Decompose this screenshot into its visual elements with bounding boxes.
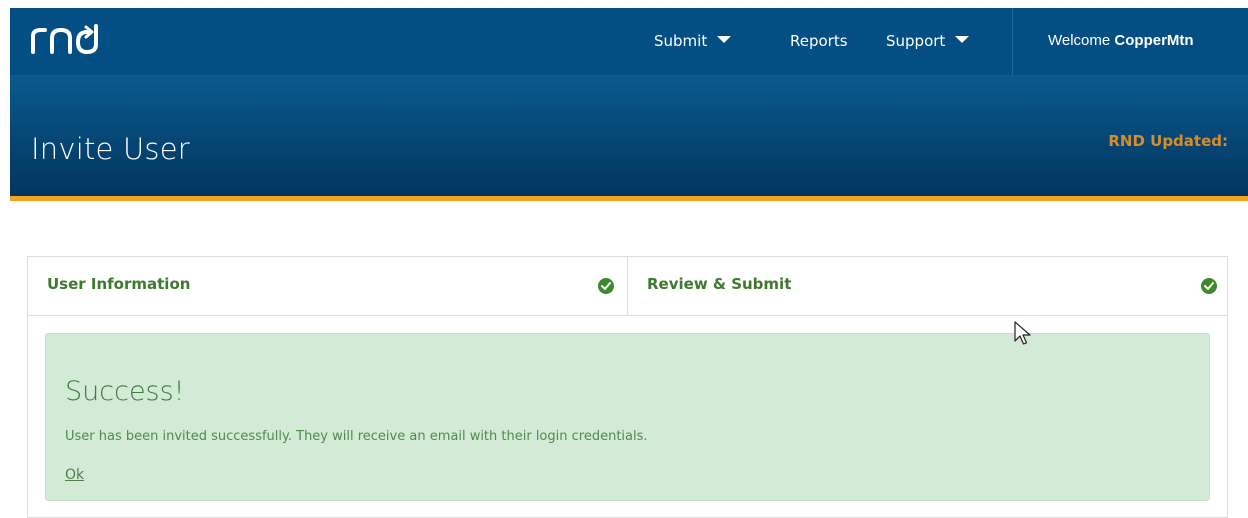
ok-link[interactable]: Ok (65, 467, 84, 483)
page-title: Invite User (31, 132, 190, 166)
alert-title: Success! (65, 376, 185, 407)
step-label: Review & Submit (647, 275, 792, 293)
check-circle-icon (598, 278, 614, 294)
wizard-panel: User Information Review & Submit Success… (27, 256, 1228, 518)
header-accent-bar (10, 196, 1248, 201)
step-user-information[interactable]: User Information (28, 257, 628, 316)
rnd-updated-label: RND Updated: (1108, 132, 1228, 150)
user-menu[interactable]: Welcome CopperMtn (1012, 8, 1248, 75)
nav-reports[interactable]: Reports (790, 30, 848, 52)
success-alert: Success! User has been invited successfu… (45, 333, 1210, 501)
top-navbar: Submit Reports Support Welcome CopperMtn (10, 8, 1248, 75)
username: CopperMtn (1114, 32, 1194, 49)
nav-reports-label: Reports (790, 32, 848, 50)
nav-submit-label: Submit (654, 32, 708, 50)
alert-message: User has been invited successfully. They… (65, 429, 648, 444)
caret-down-icon (955, 36, 970, 43)
nav-support[interactable]: Support (886, 30, 970, 52)
welcome-prefix: Welcome (1048, 32, 1111, 49)
caret-down-icon (717, 36, 732, 43)
nav-submit[interactable]: Submit (654, 30, 732, 52)
mouse-pointer-icon (1014, 321, 1031, 345)
page-header: Invite User RND Updated: (10, 75, 1248, 197)
welcome-text: Welcome CopperMtn (1048, 30, 1194, 52)
nav-support-label: Support (886, 32, 946, 50)
rnd-logo[interactable] (30, 22, 120, 58)
step-review-submit[interactable]: Review & Submit (628, 257, 1227, 316)
step-label: User Information (47, 275, 191, 293)
check-circle-icon (1201, 278, 1217, 294)
